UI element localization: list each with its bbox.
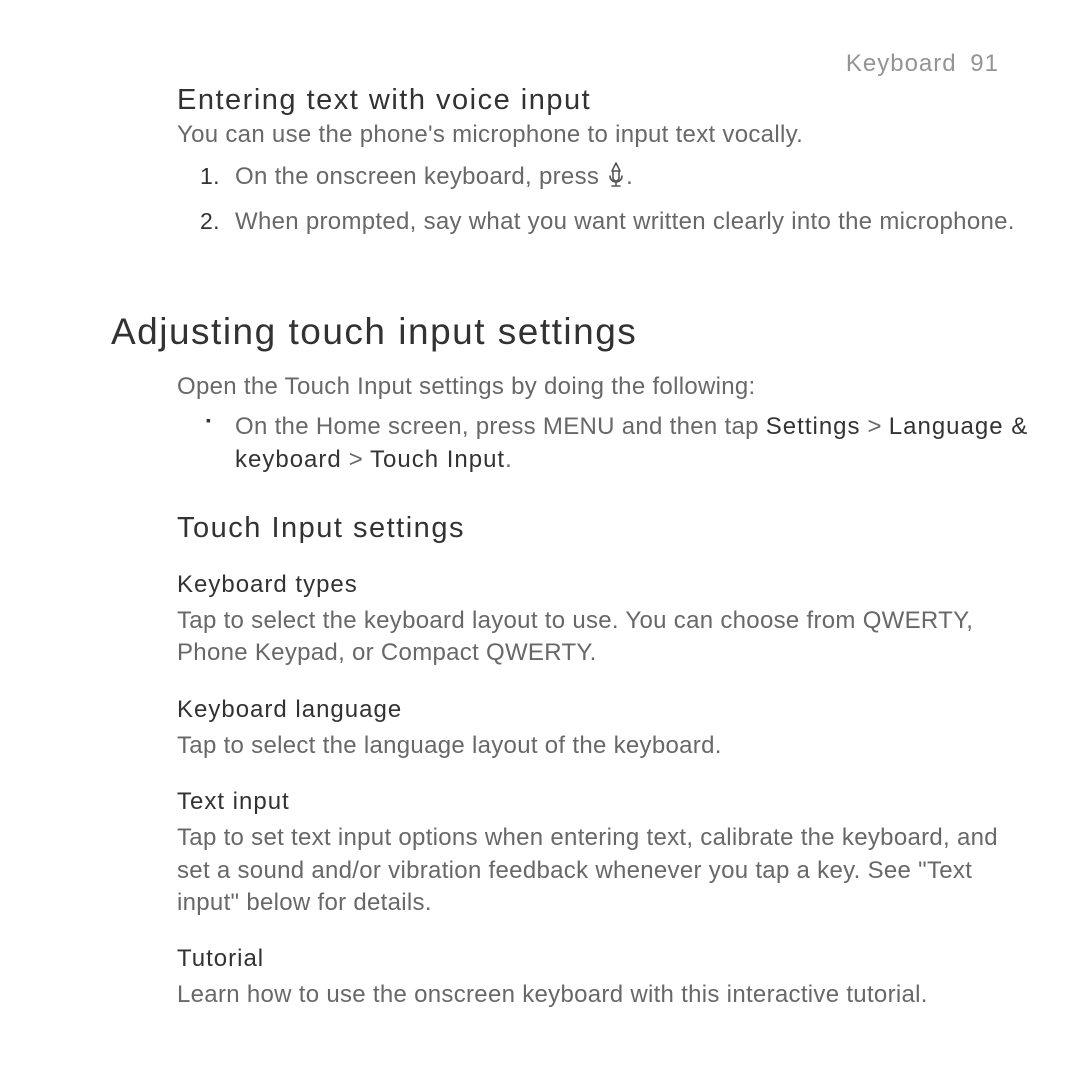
voice-step-1-text-a: On the onscreen keyboard, press <box>235 163 606 190</box>
bullet-text-a: On the Home screen, press MENU and then … <box>235 413 766 440</box>
text-input-body: Tap to set text input options when enter… <box>177 822 1017 919</box>
tutorial-body: Learn how to use the onscreen keyboard w… <box>177 979 1017 1011</box>
bullet-end: . <box>505 446 512 473</box>
adjust-bullets: On the Home screen, press MENU and then … <box>200 411 1080 476</box>
adjust-settings-heading: Adjusting touch input settings <box>111 311 1080 353</box>
voice-step-1-text-b: . <box>626 163 633 190</box>
voice-input-intro: You can use the phone's microphone to in… <box>177 121 1017 149</box>
voice-step-2: When prompted, say what you want written… <box>200 206 1035 238</box>
running-header: Keyboard 91 <box>846 50 999 78</box>
sep1: > <box>861 413 889 440</box>
sep2: > <box>342 446 370 473</box>
touch-input-settings-heading: Touch Input settings <box>177 512 1080 545</box>
tutorial-heading: Tutorial <box>177 945 1080 973</box>
page-number: 91 <box>970 50 999 77</box>
text-input-heading: Text input <box>177 788 1080 816</box>
adjust-bullet-1: On the Home screen, press MENU and then … <box>200 411 1035 476</box>
keyboard-types-body: Tap to select the keyboard layout to use… <box>177 605 1017 670</box>
touch-input-label: Touch Input <box>370 446 505 473</box>
keyboard-language-body: Tap to select the language layout of the… <box>177 730 1017 762</box>
settings-label: Settings <box>766 413 861 440</box>
adjust-settings-intro: Open the Touch Input settings by doing t… <box>177 371 1017 403</box>
voice-step-1: On the onscreen keyboard, press . <box>200 161 1035 196</box>
microphone-icon <box>606 161 626 196</box>
manual-page: Keyboard 91 Entering text with voice inp… <box>0 0 1080 1080</box>
voice-input-heading: Entering text with voice input <box>177 84 1080 117</box>
section-name: Keyboard <box>846 50 957 77</box>
keyboard-language-heading: Keyboard language <box>177 696 1080 724</box>
voice-steps: On the onscreen keyboard, press . When p… <box>200 161 1080 239</box>
keyboard-types-heading: Keyboard types <box>177 571 1080 599</box>
